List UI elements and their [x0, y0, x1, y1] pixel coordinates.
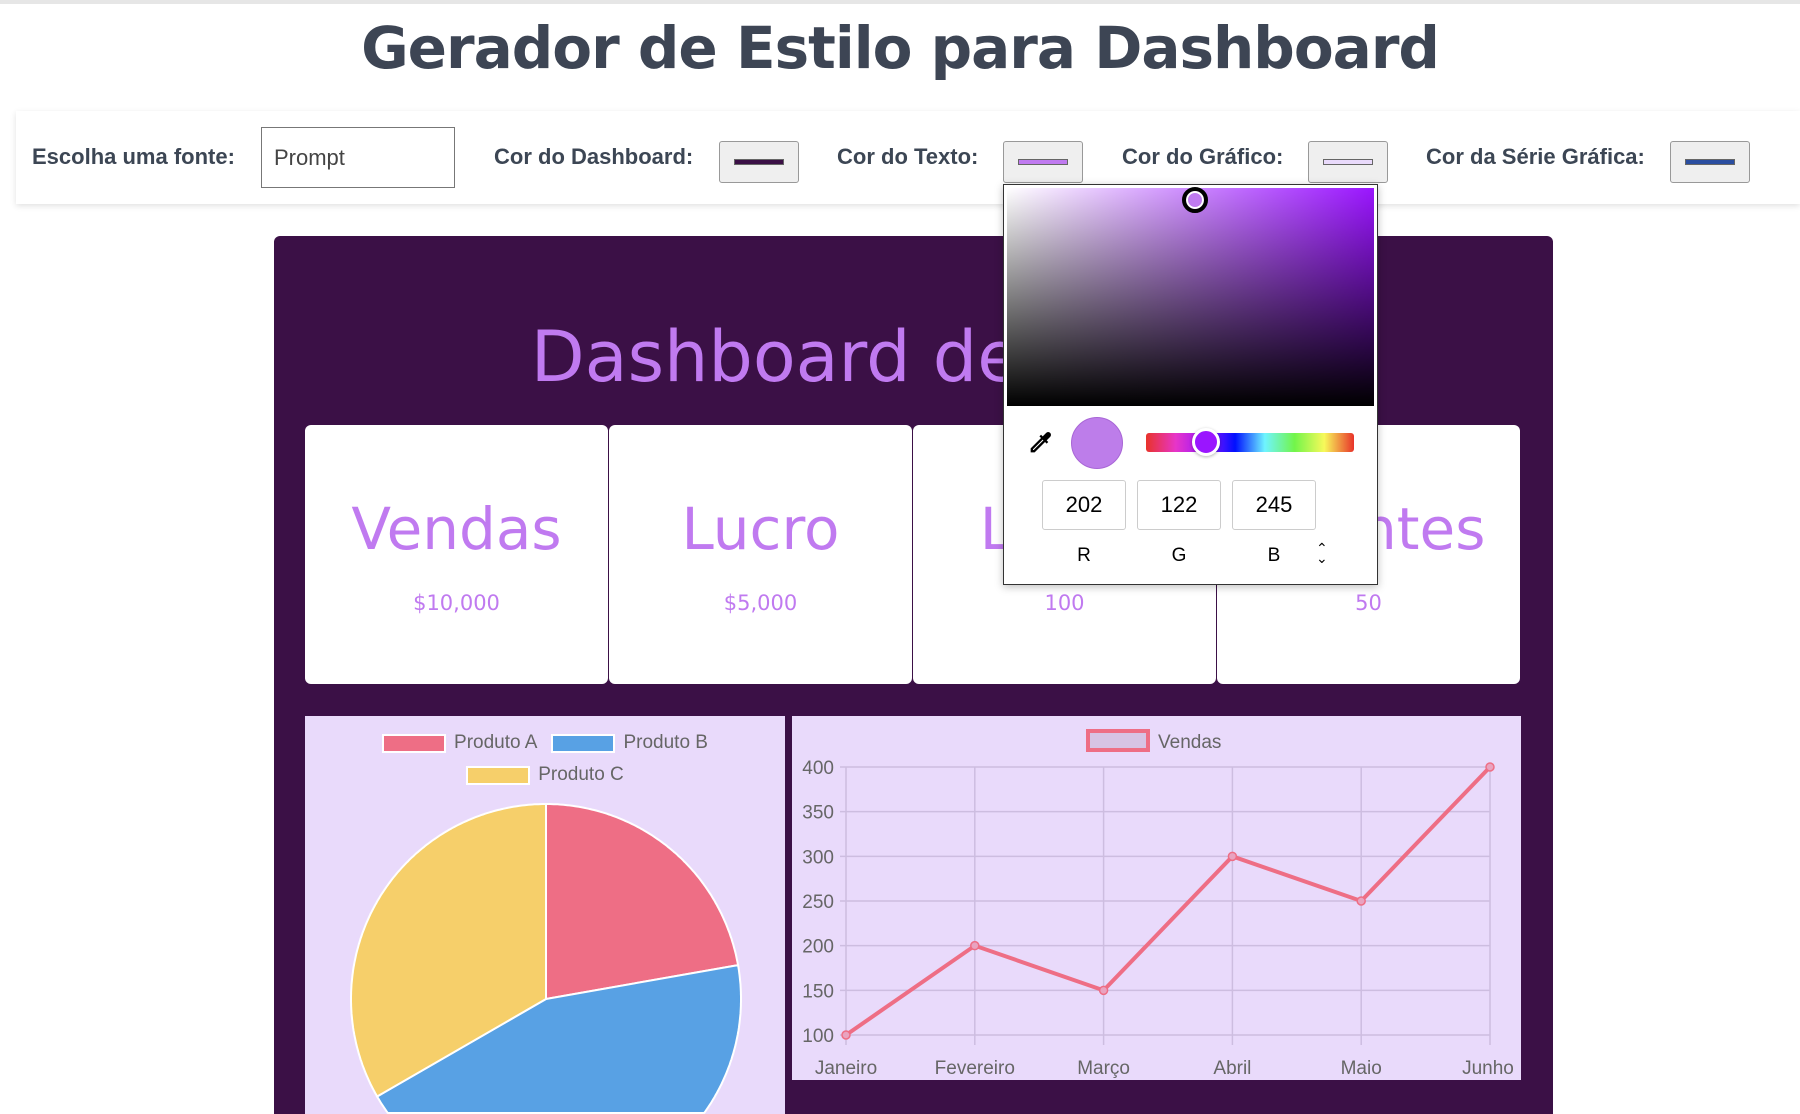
card-value: 50	[1355, 591, 1382, 615]
dashboard-color-button[interactable]	[719, 141, 799, 183]
chart-color-swatch	[1323, 159, 1373, 165]
series-color-label: Cor da Série Gráfica:	[1426, 144, 1645, 169]
legend-label-vendas[interactable]: Vendas	[1158, 732, 1221, 753]
card-value: $5,000	[723, 591, 798, 615]
red-input[interactable]: 202	[1042, 480, 1126, 530]
green-label: G	[1171, 545, 1187, 566]
dashboard-color-swatch	[734, 159, 784, 165]
x-tick-label: Janeiro	[815, 1058, 877, 1079]
y-tick-label: 400	[802, 758, 834, 779]
page-title: Gerador de Estilo para Dashboard	[361, 14, 1440, 82]
pie-chart-panel: Produto A Produto B Produto C	[305, 716, 785, 1114]
saturation-value-area[interactable]	[1007, 187, 1374, 406]
card-vendas: Vendas $10,000	[305, 425, 608, 684]
color-area-handle[interactable]	[1182, 187, 1208, 213]
data-point[interactable]	[1356, 896, 1366, 906]
current-color-swatch	[1071, 417, 1123, 469]
chart-color-label: Cor do Gráfico:	[1122, 144, 1284, 169]
card-value: 100	[1044, 591, 1085, 615]
chevron-up-down-icon[interactable]: ⌃ ⌄	[1316, 541, 1328, 565]
hue-slider-handle[interactable]	[1192, 428, 1220, 456]
style-toolbar: Escolha uma fonte: Prompt Cor do Dashboa…	[16, 111, 1800, 204]
color-picker-popup: 202 122 245 R G B ⌃ ⌄	[1003, 184, 1378, 585]
data-point[interactable]	[970, 940, 980, 951]
legend-swatch	[1086, 729, 1150, 752]
card-title: Vendas	[351, 495, 562, 563]
eyedropper-icon[interactable]	[1026, 429, 1054, 457]
dashboard-color-label: Cor do Dashboard:	[494, 144, 694, 169]
red-label: R	[1077, 545, 1091, 566]
y-tick-label: 100	[802, 1026, 834, 1047]
font-label: Escolha uma fonte:	[32, 144, 235, 169]
top-border	[0, 0, 1800, 4]
x-tick-label: Março	[1077, 1058, 1130, 1079]
blue-input[interactable]: 245	[1232, 480, 1316, 530]
hue-slider[interactable]	[1146, 428, 1354, 456]
y-tick-label: 350	[802, 803, 834, 824]
y-tick-label: 250	[802, 892, 834, 913]
x-tick-label: Junho	[1462, 1058, 1514, 1079]
card-lucro: Lucro $5,000	[609, 425, 912, 684]
blue-label: B	[1267, 545, 1281, 566]
x-tick-label: Maio	[1341, 1058, 1382, 1079]
text-color-swatch	[1018, 159, 1068, 165]
green-input[interactable]: 122	[1137, 480, 1221, 530]
card-value: $10,000	[413, 591, 500, 615]
card-title: Lucro	[681, 495, 840, 563]
series-color-swatch	[1685, 159, 1735, 165]
series-color-button[interactable]	[1670, 141, 1750, 183]
data-point[interactable]	[1485, 762, 1495, 772]
pie-chart	[350, 803, 742, 1114]
text-color-label: Cor do Texto:	[837, 144, 979, 169]
data-point[interactable]	[1227, 851, 1238, 862]
data-point[interactable]	[841, 1030, 851, 1040]
x-tick-label: Abril	[1213, 1058, 1251, 1079]
line-chart: 100 150 200 250 300 350 400 Janeiro Fevereiro Mar…	[802, 729, 1514, 1079]
line-chart-panel: 100 150 200 250 300 350 400 Janeiro Fevereiro Mar…	[792, 716, 1521, 1080]
font-input[interactable]: Prompt	[261, 127, 455, 188]
y-tick-label: 200	[802, 937, 834, 958]
text-color-button[interactable]	[1003, 141, 1083, 183]
data-point[interactable]	[1098, 985, 1109, 996]
y-tick-label: 300	[802, 847, 834, 868]
y-tick-label: 150	[802, 981, 834, 1002]
chart-color-button[interactable]	[1308, 141, 1388, 183]
x-tick-label: Fevereiro	[935, 1058, 1015, 1079]
